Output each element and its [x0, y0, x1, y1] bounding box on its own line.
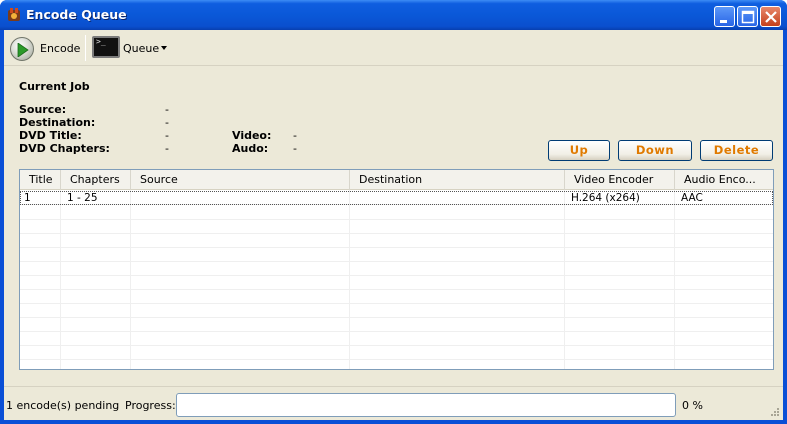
maximize-button[interactable] [737, 6, 758, 27]
source-value: - [165, 103, 169, 116]
title-bar[interactable]: Encode Queue [0, 0, 787, 30]
progress-percent: 0 % [682, 399, 703, 412]
queue-dropdown-button[interactable]: >_ Queue [90, 33, 172, 63]
up-button[interactable]: Up [548, 140, 610, 161]
dvd-chapters-label: DVD Chapters: [19, 142, 110, 155]
status-bar: 1 encode(s) pending Progress: 0 % [4, 386, 783, 420]
client-area: Encode >_ Queue Current Job Source: - De… [4, 30, 783, 420]
destination-value: - [165, 116, 169, 129]
column-header-audio-encoder[interactable]: Audio Enco... [675, 170, 773, 190]
cell-video-encoder: H.264 (x264) [571, 192, 640, 204]
column-header-title[interactable]: Title [20, 170, 61, 190]
empty-row [20, 248, 773, 262]
cell-chapters: 1 - 25 [67, 192, 98, 204]
video-value: - [293, 129, 297, 142]
audio-label: Audo: [232, 142, 269, 155]
progress-bar [176, 393, 676, 417]
pending-count: 1 encode(s) pending [6, 399, 120, 412]
progress-label: Progress: [125, 399, 176, 412]
handbrake-app-icon [8, 8, 20, 21]
empty-row [20, 206, 773, 220]
window: Encode Queue Encode >_ Queue Current Job… [0, 0, 787, 424]
column-header-destination[interactable]: Destination [350, 170, 565, 190]
dvd-title-value: - [165, 129, 169, 142]
column-header-chapters[interactable]: Chapters [61, 170, 131, 190]
column-header-source[interactable]: Source [131, 170, 350, 190]
cell-source [131, 191, 350, 205]
queue-label: Queue [123, 42, 160, 55]
cell-destination [350, 191, 565, 205]
dvd-chapters-value: - [165, 142, 169, 155]
dvd-title-label: DVD Title: [19, 129, 82, 142]
empty-row [20, 276, 773, 290]
play-icon [10, 37, 34, 61]
cell-audio-encoder: AAC [681, 192, 703, 204]
empty-row [20, 290, 773, 304]
chevron-down-icon [161, 46, 167, 50]
encode-label: Encode [40, 42, 81, 55]
delete-button[interactable]: Delete [700, 140, 773, 161]
terminal-icon: >_ [92, 36, 120, 58]
maximize-icon [741, 10, 755, 24]
empty-row [20, 234, 773, 248]
column-header-video-encoder[interactable]: Video Encoder [565, 170, 675, 190]
close-button[interactable] [760, 6, 781, 27]
close-icon [765, 11, 777, 23]
source-label: Source: [19, 103, 67, 116]
audio-value: - [293, 142, 297, 155]
empty-row [20, 318, 773, 332]
toolbar: Encode >_ Queue [4, 30, 783, 66]
minimize-icon [720, 20, 727, 23]
table-row[interactable]: 1 1 - 25 H.264 (x264) AAC [20, 191, 773, 205]
queue-table[interactable]: Title Chapters Source Destination Video … [19, 169, 774, 370]
video-label: Video: [232, 129, 272, 142]
empty-row [20, 346, 773, 360]
toolbar-separator [85, 35, 86, 61]
table-header: Title Chapters Source Destination Video … [20, 170, 773, 190]
empty-row [20, 262, 773, 276]
current-job-heading: Current Job [19, 80, 90, 93]
resize-grip-icon[interactable] [768, 407, 780, 419]
empty-row [20, 304, 773, 318]
empty-row [20, 220, 773, 234]
cell-title: 1 [24, 192, 31, 204]
window-title: Encode Queue [26, 7, 127, 22]
encode-button[interactable]: Encode [6, 33, 82, 63]
destination-label: Destination: [19, 116, 96, 129]
empty-row [20, 332, 773, 346]
down-button[interactable]: Down [618, 140, 692, 161]
minimize-button[interactable] [714, 6, 735, 27]
